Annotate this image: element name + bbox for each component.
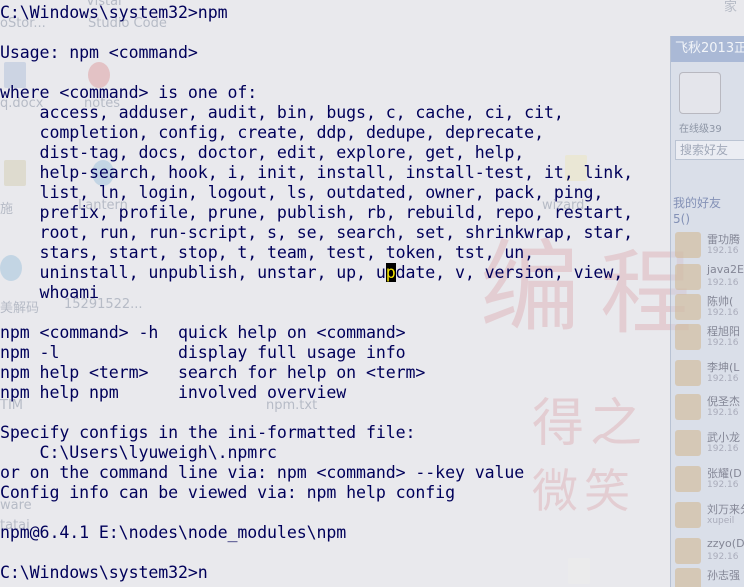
console-line: list, ln, login, logout, ls, outdated, o… (0, 183, 604, 202)
console-line: where <command> is one of: (0, 83, 258, 102)
console-line-with-cursor: uninstall, unpublish, unstar, up, update… (0, 263, 744, 283)
console-line: prefix, profile, prune, publish, rb, reb… (0, 203, 634, 222)
console-line: npm help <term> search for help on <term… (0, 363, 426, 382)
console-line: root, run, run-script, s, se, search, se… (0, 223, 634, 242)
text-cursor: p (385, 263, 396, 282)
console-line: Config info can be viewed via: npm help … (0, 483, 455, 502)
console-output[interactable]: C:\Windows\system32>npm Usage: npm <comm… (0, 3, 744, 583)
console-line: whoami (0, 283, 99, 302)
console-line: dist-tag, docs, doctor, edit, explore, g… (0, 143, 525, 162)
console-line: stars, start, stop, t, team, test, token… (0, 243, 535, 262)
console-line: npm help npm involved overview (0, 383, 347, 402)
console-line: C:\Windows\system32>npm (0, 3, 228, 22)
console-line: help-search, hook, i, init, install, ins… (0, 163, 634, 182)
console-text: uninstall, unpublish, unstar, up, u (0, 263, 386, 282)
console-line: npm <command> -h quick help on <command> (0, 323, 406, 342)
console-text: date, v, version, view, (395, 263, 624, 282)
console-line: C:\Users\lyuweigh\.npmrc (0, 443, 277, 462)
console-line: npm@6.4.1 E:\nodes\node_modules\npm (0, 523, 347, 542)
console-prompt[interactable]: C:\Windows\system32>n (0, 563, 744, 583)
console-line: Usage: npm <command> (0, 43, 198, 62)
console-line: access, adduser, audit, bin, bugs, c, ca… (0, 103, 564, 122)
console-line: npm -l display full usage info (0, 343, 406, 362)
console-line: or on the command line via: npm <command… (0, 463, 525, 482)
console-line: completion, config, create, ddp, dedupe,… (0, 123, 545, 142)
console-line: Specify configs in the ini-formatted fil… (0, 423, 416, 442)
